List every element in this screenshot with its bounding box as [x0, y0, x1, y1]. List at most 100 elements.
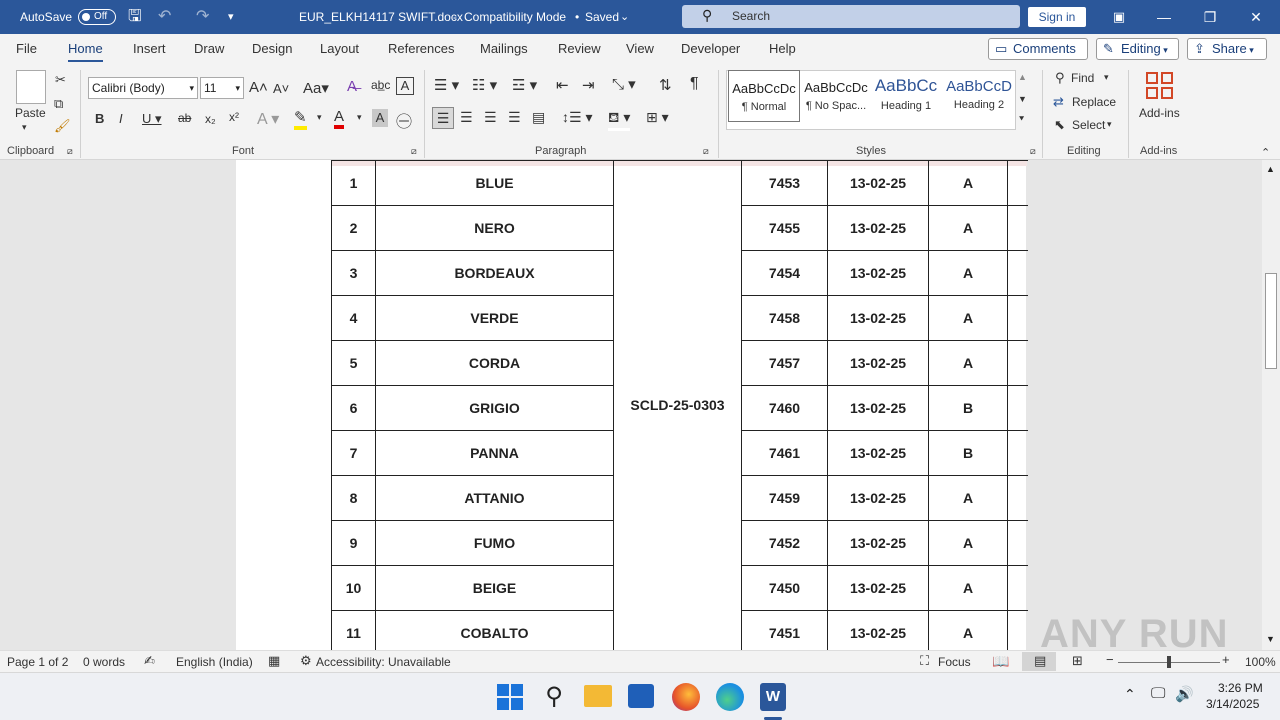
paste-button[interactable]: Paste: [15, 106, 46, 120]
number-cell[interactable]: 7457: [741, 340, 828, 386]
tab-mailings[interactable]: Mailings: [480, 41, 528, 56]
focus-icon[interactable]: ⛶: [920, 653, 929, 669]
zoom-slider-thumb[interactable]: [1167, 656, 1171, 668]
style-heading-2[interactable]: AaBbCcD Heading 2: [943, 70, 1015, 122]
zoom-level[interactable]: 100%: [1245, 655, 1276, 669]
styles-launcher-icon[interactable]: ⧄: [1030, 146, 1036, 157]
minimize-button[interactable]: —: [1141, 0, 1187, 34]
trailing-cell[interactable]: [1007, 610, 1028, 656]
font-launcher-icon[interactable]: ⧄: [411, 146, 417, 157]
tab-references[interactable]: References: [388, 41, 454, 56]
scrollbar-thumb[interactable]: [1265, 273, 1277, 369]
row-number-cell[interactable]: 7: [331, 430, 376, 476]
saved-status[interactable]: Saved: [585, 0, 619, 34]
trailing-cell[interactable]: [1007, 205, 1028, 251]
date-cell[interactable]: 13-02-25: [827, 250, 929, 296]
phonetic-guide-icon[interactable]: ab̲c: [371, 78, 390, 92]
language-status[interactable]: English (India): [176, 655, 253, 669]
row-number-cell[interactable]: 11: [331, 610, 376, 656]
grade-cell[interactable]: A: [928, 610, 1008, 656]
date-cell[interactable]: 13-02-25: [827, 160, 929, 206]
word-icon[interactable]: W: [760, 683, 786, 711]
number-cell[interactable]: 7453: [741, 160, 828, 206]
row-number-cell[interactable]: 9: [331, 520, 376, 566]
find-dropdown-icon[interactable]: ▾: [1104, 72, 1109, 83]
close-button[interactable]: ✕: [1233, 0, 1279, 34]
copy-icon[interactable]: ⧉: [54, 96, 63, 112]
date-cell[interactable]: 13-02-25: [827, 475, 929, 521]
row-number-cell[interactable]: 3: [331, 250, 376, 296]
tab-home[interactable]: Home: [68, 41, 103, 62]
autosave-toggle[interactable]: Off: [78, 9, 116, 25]
italic-icon[interactable]: I: [119, 111, 123, 126]
multilevel-list-icon[interactable]: ☲ ▾: [512, 76, 537, 94]
customize-qat-icon[interactable]: ▾: [228, 0, 234, 34]
number-cell[interactable]: 7455: [741, 205, 828, 251]
sign-in-button[interactable]: Sign in: [1028, 7, 1086, 27]
color-name-cell[interactable]: FUMO: [375, 520, 614, 566]
date-cell[interactable]: 13-02-25: [827, 565, 929, 611]
superscript-icon[interactable]: x²: [229, 110, 239, 124]
increase-indent-icon[interactable]: ⇥: [582, 76, 595, 94]
firefox-icon[interactable]: [672, 683, 700, 711]
color-name-cell[interactable]: NERO: [375, 205, 614, 251]
read-mode-icon[interactable]: 📖: [992, 653, 1009, 670]
file-explorer-icon[interactable]: [584, 685, 612, 707]
grade-cell[interactable]: A: [928, 340, 1008, 386]
strikethrough-icon[interactable]: ab: [178, 111, 191, 125]
find-button[interactable]: Find: [1071, 71, 1094, 85]
scroll-up-icon[interactable]: ▲: [1266, 164, 1275, 174]
number-cell[interactable]: 7454: [741, 250, 828, 296]
date-cell[interactable]: 13-02-25: [827, 520, 929, 566]
ribbon-display-icon[interactable]: ▣: [1096, 0, 1142, 34]
edge-icon[interactable]: [716, 683, 744, 711]
maximize-button[interactable]: ❐: [1187, 0, 1233, 34]
clock-time[interactable]: 3:26 PM: [1218, 681, 1263, 695]
replace-button[interactable]: Replace: [1072, 95, 1116, 109]
style-normal[interactable]: AaBbCcDc ¶ Normal: [728, 70, 800, 122]
row-number-cell[interactable]: 4: [331, 295, 376, 341]
date-cell[interactable]: 13-02-25: [827, 610, 929, 656]
number-cell[interactable]: 7460: [741, 385, 828, 431]
bullets-icon[interactable]: ☰ ▾: [434, 76, 459, 94]
highlight-dropdown-icon[interactable]: ▾: [317, 112, 322, 123]
styles-scroll-down-icon[interactable]: ▼: [1018, 94, 1027, 104]
tab-file[interactable]: File: [16, 41, 37, 56]
grade-cell[interactable]: A: [928, 205, 1008, 251]
word-count[interactable]: 0 words: [83, 655, 125, 669]
color-name-cell[interactable]: BLUE: [375, 160, 614, 206]
color-name-cell[interactable]: PANNA: [375, 430, 614, 476]
tab-view[interactable]: View: [626, 41, 654, 56]
volume-icon[interactable]: 🔊: [1175, 685, 1194, 703]
color-name-cell[interactable]: BEIGE: [375, 565, 614, 611]
tab-insert[interactable]: Insert: [133, 41, 166, 56]
font-color-icon[interactable]: A: [334, 108, 345, 129]
align-center-icon[interactable]: ☰: [460, 109, 473, 126]
clipboard-launcher-icon[interactable]: ⧄: [67, 146, 73, 157]
tab-review[interactable]: Review: [558, 41, 601, 56]
number-cell[interactable]: 7451: [741, 610, 828, 656]
justify-icon[interactable]: ☰: [508, 109, 521, 126]
tab-developer[interactable]: Developer: [681, 41, 740, 56]
highlight-color-icon[interactable]: ✎: [294, 108, 307, 130]
row-number-cell[interactable]: 6: [331, 385, 376, 431]
style-no-spacing[interactable]: AaBbCcDc ¶ No Spac...: [800, 70, 872, 122]
vertical-scrollbar[interactable]: ▲ ▼: [1262, 160, 1280, 650]
bold-icon[interactable]: B: [95, 111, 104, 126]
accessibility-icon[interactable]: ⚙: [300, 653, 312, 669]
tab-design[interactable]: Design: [252, 41, 292, 56]
align-left-icon[interactable]: ☰: [432, 107, 454, 129]
text-predictions-icon[interactable]: ▦: [268, 653, 280, 669]
search-box[interactable]: ⚲ Search: [682, 5, 1020, 28]
show-hidden-icons-icon[interactable]: ⌃: [1124, 686, 1136, 703]
zoom-out-icon[interactable]: −: [1106, 652, 1114, 667]
tab-layout[interactable]: Layout: [320, 41, 359, 56]
scroll-down-icon[interactable]: ▼: [1266, 634, 1275, 644]
character-border-icon[interactable]: A: [396, 77, 414, 95]
trailing-cell[interactable]: [1007, 565, 1028, 611]
date-cell[interactable]: 13-02-25: [827, 295, 929, 341]
date-cell[interactable]: 13-02-25: [827, 205, 929, 251]
decrease-indent-icon[interactable]: ⇤: [556, 76, 569, 94]
sort-icon[interactable]: ⇅: [659, 76, 672, 94]
editing-mode-button[interactable]: ✎ Editing ▾: [1096, 38, 1179, 60]
